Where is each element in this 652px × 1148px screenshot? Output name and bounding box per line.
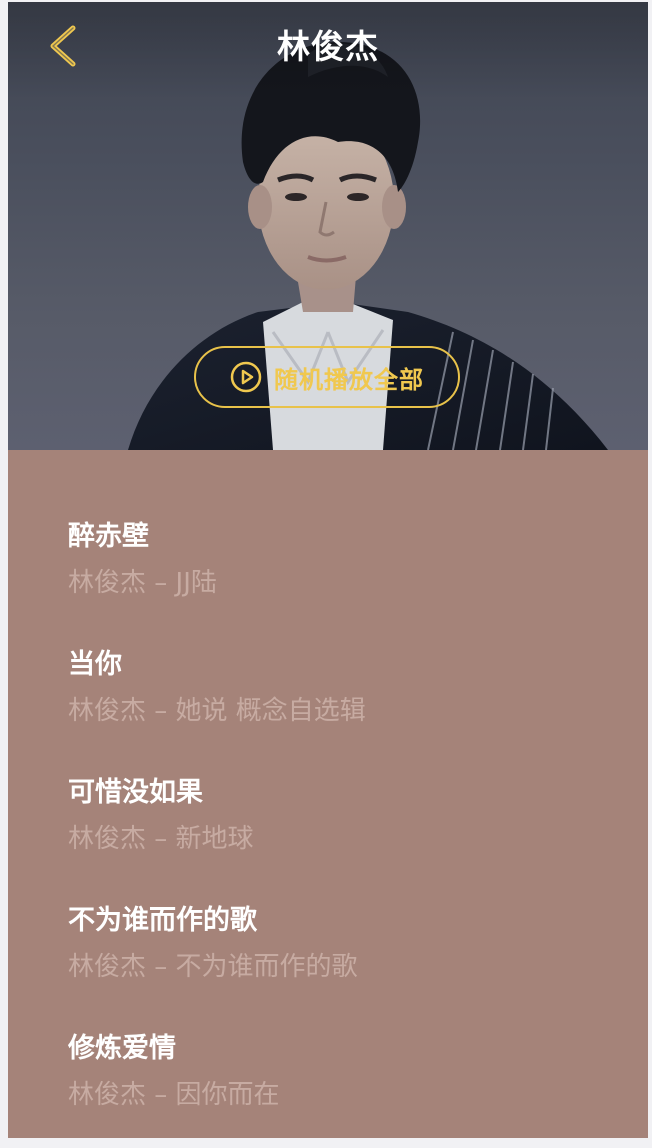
song-artist-album: 林俊杰 – JJ陆 bbox=[68, 568, 217, 598]
list-item[interactable]: 修炼爱情 林俊杰 – 因你而在 bbox=[68, 1026, 628, 1136]
song-title: 醉赤壁 bbox=[68, 521, 149, 552]
play-all-label: 随机播放全部 bbox=[274, 365, 424, 394]
list-item[interactable]: 可惜没如果 林俊杰 – 新地球 bbox=[68, 770, 628, 880]
song-list: 醉赤壁 林俊杰 – JJ陆 当你 林俊杰 – 她说 概念自选辑 可惜没如果 林俊… bbox=[8, 450, 648, 1138]
page-title: 林俊杰 bbox=[277, 27, 379, 66]
shuffle-play-all-button[interactable]: 随机播放全部 bbox=[194, 346, 460, 408]
song-title: 可惜没如果 bbox=[68, 777, 203, 808]
song-title: 当你 bbox=[68, 649, 122, 680]
list-item[interactable]: 当你 林俊杰 – 她说 概念自选辑 bbox=[68, 642, 628, 752]
song-title: 不为谁而作的歌 bbox=[68, 905, 257, 936]
song-artist-album: 林俊杰 – 因你而在 bbox=[68, 1080, 280, 1110]
list-item[interactable]: 不为谁而作的歌 林俊杰 – 不为谁而作的歌 bbox=[68, 898, 628, 1008]
play-circle-icon bbox=[230, 361, 262, 393]
list-item[interactable]: 醉赤壁 林俊杰 – JJ陆 bbox=[68, 514, 628, 624]
song-artist-album: 林俊杰 – 她说 概念自选辑 bbox=[68, 696, 366, 726]
artist-page: 林俊杰 随机播放全部 醉赤壁 林俊杰 – JJ陆 当你 林俊杰 – 她说 概念自… bbox=[8, 2, 648, 1138]
song-title: 修炼爱情 bbox=[68, 1033, 176, 1064]
song-artist-album: 林俊杰 – 新地球 bbox=[68, 824, 254, 854]
song-artist-album: 林俊杰 – 不为谁而作的歌 bbox=[68, 952, 358, 982]
artist-hero: 林俊杰 随机播放全部 bbox=[8, 2, 648, 450]
